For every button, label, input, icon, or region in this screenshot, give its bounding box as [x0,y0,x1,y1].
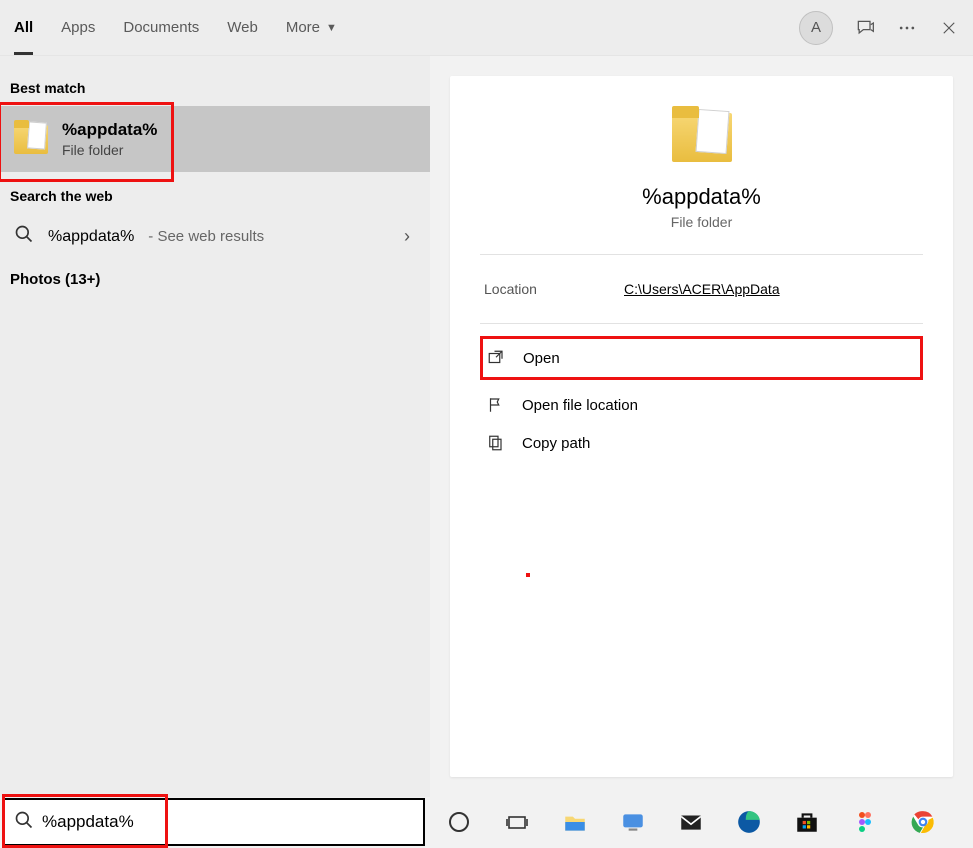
photos-section[interactable]: Photos (13+) [0,259,430,288]
figma-icon[interactable] [851,808,879,836]
web-section-label: Search the web [0,182,430,214]
tab-apps[interactable]: Apps [61,0,95,55]
annotation-marker [526,573,530,577]
cortana-icon[interactable] [445,808,473,836]
location-value[interactable]: C:\Users\ACER\AppData [624,281,780,297]
chevron-down-icon: ▼ [326,22,337,34]
folder-icon [14,120,48,158]
tab-web[interactable]: Web [227,0,258,55]
web-hint: - See web results [148,228,264,245]
preview-subtitle: File folder [671,214,732,230]
mail-icon[interactable] [677,808,705,836]
chrome-icon[interactable] [909,808,937,836]
search-header: All Apps Documents Web More ▼ A [0,0,973,56]
edge-icon[interactable] [735,808,763,836]
open-action[interactable]: Open [485,345,562,371]
location-row: Location C:\Users\ACER\AppData [480,255,923,323]
copy-path-action[interactable]: Copy path [484,430,923,456]
preview-panel: %appdata% File folder Location C:\Users\… [430,56,973,797]
chevron-right-icon: › [404,226,416,247]
header-tabs: All Apps Documents Web More ▼ [14,0,337,55]
open-location-label: Open file location [522,397,638,414]
options-icon[interactable] [897,18,917,38]
location-label: Location [484,281,624,297]
taskbar [0,797,973,847]
preview-title: %appdata% [642,184,761,210]
tab-more-label: More [286,19,320,36]
taskbar-search[interactable] [2,798,425,846]
preview-actions: Open Open file location Copy path [480,324,923,456]
task-view-icon[interactable] [503,808,531,836]
web-query: %appdata% [48,228,134,246]
taskbar-icons [425,808,973,836]
best-match-item[interactable]: %appdata% File folder [0,106,430,172]
feedback-icon[interactable] [855,18,875,38]
tab-all[interactable]: All [14,0,33,55]
avatar[interactable]: A [799,11,833,45]
settings-app-icon[interactable] [619,808,647,836]
preview-card: %appdata% File folder Location C:\Users\… [450,76,953,777]
search-icon [14,810,34,835]
folder-icon [672,106,732,168]
open-location-action[interactable]: Open file location [484,392,923,418]
close-icon[interactable] [939,18,959,38]
tab-more[interactable]: More ▼ [286,0,337,55]
best-match-text: %appdata% File folder [62,120,157,158]
best-match-title: %appdata% [62,120,157,140]
search-body: Best match %appdata% File folder Search … [0,56,973,797]
store-icon[interactable] [793,808,821,836]
annotation-highlight: Open [480,336,923,380]
open-label: Open [523,350,560,367]
web-search-item[interactable]: %appdata% - See web results › [0,214,430,259]
best-match-label: Best match [0,74,430,106]
file-explorer-icon[interactable] [561,808,589,836]
tab-documents[interactable]: Documents [123,0,199,55]
copy-path-label: Copy path [522,435,590,452]
search-icon [14,224,34,249]
header-actions: A [799,11,959,45]
search-input[interactable] [42,812,423,832]
best-match-subtitle: File folder [62,142,157,158]
results-panel: Best match %appdata% File folder Search … [0,56,430,797]
